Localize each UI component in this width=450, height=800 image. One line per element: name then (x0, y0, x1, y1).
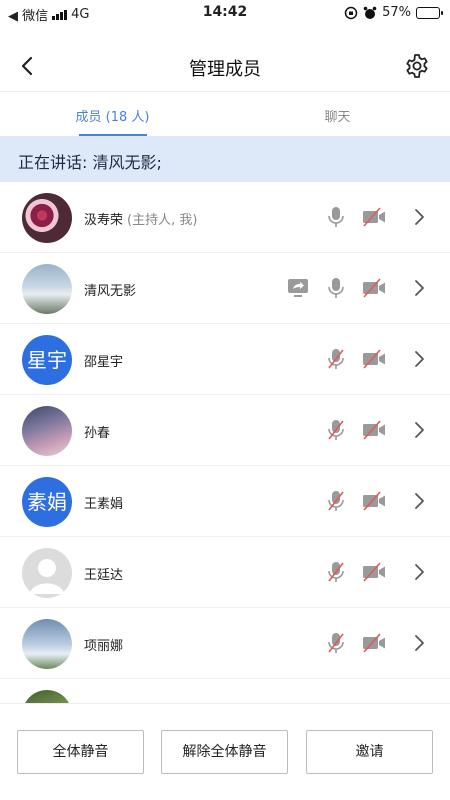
battery-percent: 57% (382, 5, 411, 20)
alarm-icon (363, 6, 377, 19)
status-right: 57% (344, 5, 443, 20)
chevron-right-icon[interactable] (412, 491, 426, 515)
mic-icon[interactable] (326, 205, 346, 233)
chevron-right-icon[interactable] (412, 633, 426, 657)
member-name: 王廷达 (84, 564, 123, 583)
invite-button[interactable]: 邀请 (306, 730, 433, 774)
chevron-right-icon[interactable] (412, 420, 426, 444)
mic-muted-icon[interactable] (326, 560, 346, 588)
member-list: 汲寿荣 (主持人, 我) 清风无影星宇 邵星宇孙春素娟 王素娟王廷达项丽娜 (0, 182, 450, 750)
mic-muted-icon[interactable] (326, 489, 346, 517)
member-name: 邵星宇 (84, 351, 123, 370)
member-name: 王素娟 (84, 493, 123, 512)
unmute-all-button[interactable]: 解除全体静音 (161, 730, 288, 774)
mic-muted-icon[interactable] (326, 347, 346, 375)
page-title: 管理成员 (189, 59, 261, 80)
speaking-banner: 正在讲话: 清风无影; (0, 136, 450, 182)
member-row[interactable]: 汲寿荣 (主持人, 我) (0, 182, 450, 253)
member-avatar (22, 548, 72, 598)
member-avatar (22, 619, 72, 669)
bottom-action-bar: 全体静音 解除全体静音 邀请 (0, 703, 450, 800)
member-name-text: 邵星宇 (84, 355, 124, 370)
camera-off-icon[interactable] (361, 276, 387, 304)
tab-members[interactable]: 成员 (18 人) (0, 92, 225, 136)
member-name: 项丽娜 (84, 635, 123, 654)
tab-chat[interactable]: 聊天 (225, 92, 450, 136)
chevron-right-icon[interactable] (412, 562, 426, 586)
member-name-text: 项丽娜 (84, 639, 124, 654)
member-avatar (22, 406, 72, 456)
settings-gear-icon[interactable] (404, 53, 430, 79)
status-bar: ◀ 微信 4G 14:42 57% (0, 0, 450, 26)
nav-header: 管理成员 (0, 40, 450, 92)
tab-members-label: 成员 (18 人) (75, 110, 150, 125)
mic-icon[interactable] (326, 276, 346, 304)
member-row[interactable]: 王廷达 (0, 537, 450, 608)
camera-off-icon[interactable] (361, 205, 387, 233)
chevron-right-icon[interactable] (412, 349, 426, 373)
member-name-text: 王素娟 (84, 497, 124, 512)
member-name-text: 清风无影 (84, 284, 137, 299)
manage-members-screen: ◀ 微信 4G 14:42 57% 管理成员 成员 (18 人) 聊天 正在讲话… (0, 0, 450, 800)
member-row[interactable]: 素娟 王素娟 (0, 466, 450, 537)
camera-off-icon[interactable] (361, 347, 387, 375)
camera-off-icon[interactable] (361, 560, 387, 588)
member-avatar: 星宇 (22, 335, 72, 385)
screen-share-icon (286, 276, 310, 304)
member-row[interactable]: 项丽娜 (0, 608, 450, 679)
chevron-right-icon[interactable] (412, 207, 426, 231)
default-avatar-icon (30, 559, 64, 594)
member-name: 汲寿荣 (主持人, 我) (84, 209, 197, 228)
mic-muted-icon[interactable] (326, 418, 346, 446)
member-name-text: 王廷达 (84, 568, 124, 583)
member-row[interactable]: 清风无影 (0, 253, 450, 324)
member-row[interactable]: 星宇 邵星宇 (0, 324, 450, 395)
mute-all-button[interactable]: 全体静音 (17, 730, 144, 774)
member-name-text: 汲寿荣 (84, 213, 124, 228)
camera-off-icon[interactable] (361, 489, 387, 517)
tab-bar: 成员 (18 人) 聊天 (0, 92, 450, 136)
camera-off-icon[interactable] (361, 631, 387, 659)
member-name: 孙春 (84, 422, 110, 441)
member-avatar (22, 264, 72, 314)
member-role: (主持人, 我) (127, 213, 198, 228)
member-avatar (22, 193, 72, 243)
orientation-lock-icon (344, 6, 358, 19)
member-avatar: 素娟 (22, 477, 72, 527)
tab-chat-label: 聊天 (324, 110, 351, 125)
chevron-right-icon[interactable] (412, 278, 426, 302)
battery-icon (416, 6, 443, 19)
member-row[interactable]: 孙春 (0, 395, 450, 466)
mic-muted-icon[interactable] (326, 631, 346, 659)
member-name: 清风无影 (84, 280, 136, 299)
member-name-text: 孙春 (84, 426, 111, 441)
camera-off-icon[interactable] (361, 418, 387, 446)
